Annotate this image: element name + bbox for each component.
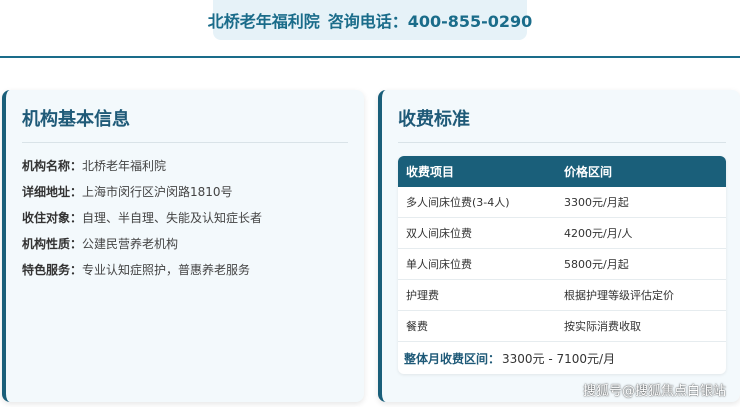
info-value: 北桥老年福利院 [82, 159, 167, 173]
info-value: 公建民营养老机构 [82, 237, 179, 251]
info-value: 专业认知症照护，普惠养老服务 [82, 263, 251, 277]
basic-info-list: 机构名称： 北桥老年福利院 详细地址： 上海市闵行区沪闵路1810号 收住对象：… [22, 159, 348, 289]
fee-item: 餐费 [406, 320, 428, 333]
fee-price: 4200元/月/人 [564, 227, 633, 240]
fee-price: 按实际消费收取 [564, 320, 641, 333]
header-institution: 北桥老年福利院 [207, 12, 320, 31]
fee-price: 3300元/月起 [564, 196, 629, 209]
info-value: 上海市闵行区沪闵路1810号 [82, 185, 233, 199]
fee-column-header: 收费项目 [406, 165, 455, 179]
fee-summary-value: 3300元 - 7100元/月 [502, 351, 616, 366]
table-row: 餐费 按实际消费收取 [398, 311, 726, 342]
basic-info-title: 机构基本信息 [22, 106, 348, 143]
fee-table: 收费项目 价格区间 多人间床位费(3-4人) 3300元/月起 双人间床位费 4… [398, 156, 726, 374]
info-value: 自理、半自理、失能及认知症长者 [82, 211, 263, 225]
info-row-address: 详细地址： 上海市闵行区沪闵路1810号 [22, 185, 348, 211]
fee-table-header: 收费项目 价格区间 [398, 156, 726, 187]
info-row-name: 机构名称： 北桥老年福利院 [22, 159, 348, 185]
fee-item: 护理费 [406, 289, 439, 302]
watermark: 搜狐号@搜狐焦点白银站 [582, 384, 726, 399]
info-label: 机构名称： [22, 159, 83, 173]
table-row: 单人间床位费 5800元/月起 [398, 249, 726, 280]
info-row-services: 特色服务： 专业认知症照护，普惠养老服务 [22, 263, 348, 289]
table-row: 双人间床位费 4200元/月/人 [398, 218, 726, 249]
fee-summary-label: 整体月收费区间： [404, 351, 501, 366]
header-phone[interactable]: 咨询电话：400-855-0290 [328, 8, 533, 32]
fees-title: 收费标准 [398, 106, 726, 143]
fee-column-header: 价格区间 [564, 165, 613, 179]
header-banner: 北桥老年福利院 咨询电话：400-855-0290 [208, 0, 532, 40]
table-row: 护理费 根据护理等级评估定价 [398, 280, 726, 311]
fee-item: 双人间床位费 [406, 227, 472, 240]
info-label: 特色服务： [22, 263, 83, 277]
fee-item: 多人间床位费(3-4人) [406, 196, 510, 209]
info-row-nature: 机构性质： 公建民营养老机构 [22, 237, 348, 263]
fees-card: 收费标准 收费项目 价格区间 多人间床位费(3-4人) 3300元/月起 双人间… [378, 90, 740, 402]
info-label: 收住对象： [22, 211, 83, 225]
info-label: 机构性质： [22, 237, 83, 251]
fee-price: 根据护理等级评估定价 [564, 289, 674, 302]
basic-info-card: 机构基本信息 机构名称： 北桥老年福利院 详细地址： 上海市闵行区沪闵路1810… [2, 90, 364, 402]
header-divider [0, 56, 740, 58]
info-row-residents: 收住对象： 自理、半自理、失能及认知症长者 [22, 211, 348, 237]
fee-price: 5800元/月起 [564, 258, 629, 271]
info-label: 详细地址： [22, 185, 83, 199]
table-row: 多人间床位费(3-4人) 3300元/月起 [398, 187, 726, 218]
fee-item: 单人间床位费 [406, 258, 472, 271]
fee-summary: 整体月收费区间： 3300元 - 7100元/月 [398, 342, 726, 374]
